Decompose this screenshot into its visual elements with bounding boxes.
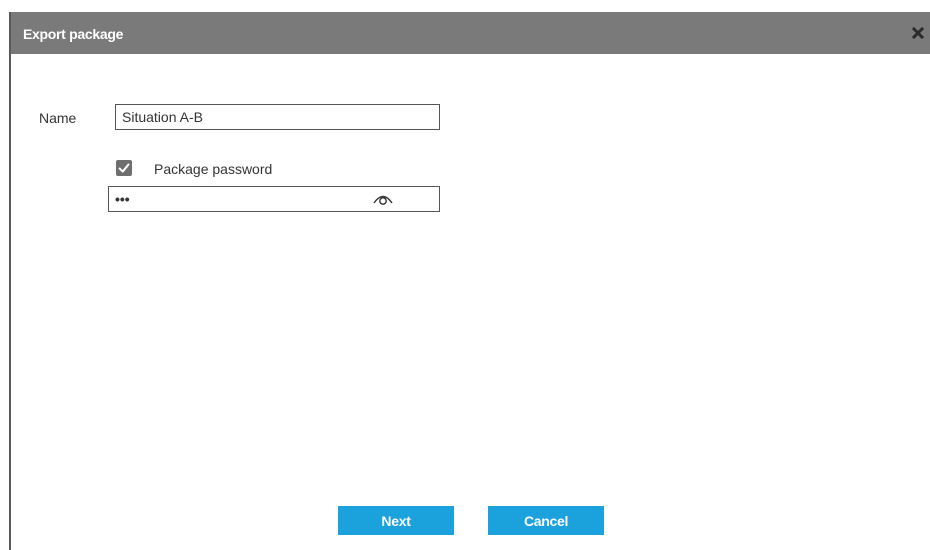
- cancel-button[interactable]: Cancel: [488, 506, 604, 535]
- next-button[interactable]: Next: [338, 506, 454, 535]
- package-password-checkbox[interactable]: [116, 160, 132, 176]
- dialog-titlebar: Export package: [11, 12, 930, 54]
- password-field[interactable]: [108, 186, 440, 212]
- dialog-title: Export package: [23, 26, 124, 42]
- export-package-dialog: Export package Name Package password Nex…: [9, 12, 930, 550]
- password-input[interactable]: [115, 190, 355, 208]
- name-input[interactable]: [115, 104, 440, 130]
- close-icon[interactable]: [910, 25, 926, 41]
- eye-icon[interactable]: [372, 192, 394, 206]
- name-label: Name: [39, 110, 77, 126]
- package-password-label[interactable]: Package password: [154, 161, 272, 177]
- checkmark-icon: [118, 163, 130, 173]
